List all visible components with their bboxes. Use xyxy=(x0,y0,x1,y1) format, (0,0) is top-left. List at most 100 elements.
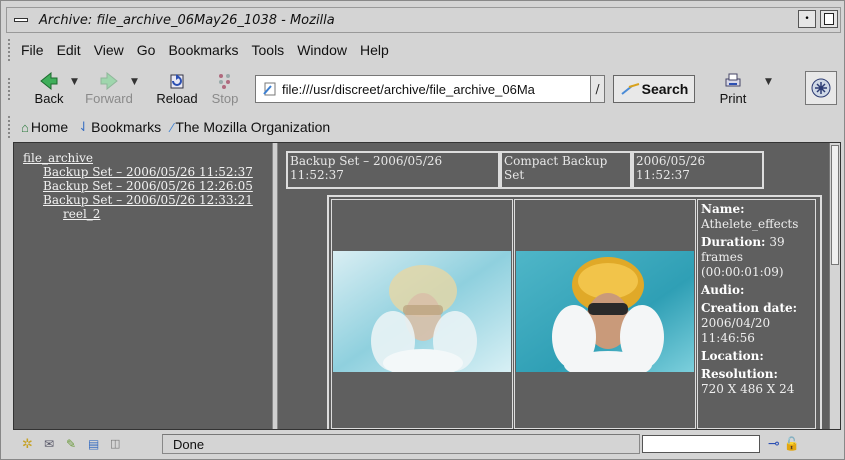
stop-label: Stop xyxy=(211,91,239,106)
duration-value: 39 xyxy=(769,235,785,249)
tree-backup-set-link[interactable]: Backup Set – 2006/05/26 11:52:37 xyxy=(43,165,253,179)
home-label: Home xyxy=(30,119,69,135)
tree-backup-set-link[interactable]: Backup Set – 2006/05/26 12:26:05 xyxy=(43,179,253,193)
audio-label: Audio: xyxy=(701,283,745,297)
header-set-text: Backup Set – 2006/05/26 11:52:37 xyxy=(290,154,443,182)
tree-reel-link[interactable]: reel_2 xyxy=(63,207,253,221)
navigation-toolbar: Back ▼ Forward ▼ Reload Stop file:///usr… xyxy=(6,65,841,113)
link-icon: ⁄ xyxy=(171,119,174,135)
browser-window: Archive: file_archive_06May26_1038 - Moz… xyxy=(0,0,845,460)
menu-window[interactable]: Window xyxy=(297,42,347,58)
creation-date-label: Creation date: xyxy=(701,301,798,315)
minimize-button[interactable]: • xyxy=(798,10,816,28)
creation-date-value: 2006/04/20 xyxy=(701,316,771,330)
duration-unit: frames xyxy=(701,250,743,264)
mozilla-org-label: The Mozilla Organization xyxy=(175,119,331,135)
clip-frame-image xyxy=(333,251,511,372)
reload-button[interactable]: Reload xyxy=(149,67,205,111)
status-text-panel: Done xyxy=(162,434,640,454)
reload-label: Reload xyxy=(156,91,198,106)
clip-frame-image xyxy=(516,251,694,372)
clip-frame: Name: Athelete_effects Duration: 39 fram… xyxy=(327,195,822,429)
vertical-scrollbar[interactable] xyxy=(829,143,840,429)
window-title: Archive: file_archive_06May26_1038 - Moz… xyxy=(39,12,335,28)
search-button[interactable]: Search xyxy=(613,75,695,103)
home-link[interactable]: ⌂ Home xyxy=(21,119,68,135)
stop-button[interactable]: Stop xyxy=(205,67,245,111)
bookmarks-label: Bookmarks xyxy=(91,119,162,135)
thumbnail-cell-left xyxy=(331,199,513,429)
status-text: Done xyxy=(173,436,205,452)
content-area: file_archive Backup Set – 2006/05/26 11:… xyxy=(13,142,841,430)
clip-thumbnail-start[interactable] xyxy=(333,251,511,372)
back-label: Back xyxy=(34,91,64,106)
location-label: Location: xyxy=(701,349,764,363)
irc-chat-icon[interactable]: ◫ xyxy=(110,437,124,451)
maximize-button[interactable] xyxy=(820,10,838,28)
url-text: file:///usr/discreet/archive/file_archiv… xyxy=(282,81,535,97)
header-set-cell: Backup Set – 2006/05/26 11:52:37 xyxy=(286,151,500,189)
clip-info-cell: Name: Athelete_effects Duration: 39 fram… xyxy=(697,199,816,429)
menu-file[interactable]: File xyxy=(21,42,44,58)
composer-icon[interactable]: ✎ xyxy=(66,437,80,451)
print-button[interactable]: Print xyxy=(705,67,761,111)
tree-root-link[interactable]: file_archive xyxy=(23,151,253,165)
forward-button[interactable]: Forward xyxy=(81,67,137,111)
toolbar-grip[interactable] xyxy=(8,78,15,100)
archive-tree-pane: file_archive Backup Set – 2006/05/26 11:… xyxy=(14,143,272,429)
print-label: Print xyxy=(719,91,747,106)
navigator-icon[interactable]: ✲ xyxy=(22,437,36,452)
forward-arrow-icon xyxy=(100,72,118,90)
reload-icon xyxy=(170,74,184,89)
header-type-cell: Compact Backup Set xyxy=(500,151,632,189)
menu-go[interactable]: Go xyxy=(137,42,156,58)
scrollbar-thumb[interactable] xyxy=(831,145,839,265)
status-bar: ✲ ✉ ✎ ▤ ◫ Done ⊸ 🔓 xyxy=(6,432,841,456)
address-book-icon[interactable]: ▤ xyxy=(88,437,102,451)
stop-icon xyxy=(219,74,230,89)
window-menu-button[interactable] xyxy=(7,9,35,31)
mail-icon[interactable]: ✉ xyxy=(44,437,58,451)
printer-icon xyxy=(725,73,741,87)
personalbar-grip[interactable] xyxy=(8,116,15,138)
menubar-grip[interactable] xyxy=(8,39,15,61)
back-arrow-icon xyxy=(40,72,58,90)
menu-tools[interactable]: Tools xyxy=(252,42,285,58)
personal-toolbar: ⌂ Home ⇃ Bookmarks ⁄ The Mozilla Organiz… xyxy=(6,115,841,139)
online-status-icon[interactable]: ⊸ xyxy=(768,436,780,452)
url-history-dropdown[interactable]: / xyxy=(591,75,605,103)
back-button[interactable]: Back xyxy=(21,67,77,111)
duration-timecode: (00:00:01:09) xyxy=(701,265,784,279)
search-label: Search xyxy=(641,81,689,97)
menu-edit[interactable]: Edit xyxy=(57,42,81,58)
menu-bookmarks[interactable]: Bookmarks xyxy=(168,42,238,58)
forward-dropdown[interactable]: ▼ xyxy=(131,77,141,87)
creation-time-value: 11:46:56 xyxy=(701,331,755,345)
bookmarks-link[interactable]: ⇃ Bookmarks xyxy=(78,119,161,135)
mozilla-throbber[interactable] xyxy=(805,71,837,105)
url-field[interactable]: file:///usr/discreet/archive/file_archiv… xyxy=(255,75,591,103)
bookmark-icon: ⇃ xyxy=(78,119,90,134)
tree-backup-set-link[interactable]: Backup Set – 2006/05/26 12:33:21 xyxy=(43,193,253,207)
menu-help[interactable]: Help xyxy=(360,42,389,58)
detail-pane: Backup Set – 2006/05/26 11:52:37 Compact… xyxy=(278,143,831,429)
name-label: Name: xyxy=(701,202,745,216)
mozilla-org-link[interactable]: ⁄ The Mozilla Organization xyxy=(171,119,330,135)
duration-label: Duration: xyxy=(701,235,766,249)
header-date-cell: 2006/05/26 11:52:37 xyxy=(632,151,764,189)
name-value: Athelete_effects xyxy=(701,217,799,231)
page-icon xyxy=(263,82,276,96)
title-bar: Archive: file_archive_06May26_1038 - Moz… xyxy=(6,7,841,33)
resolution-value: 720 X 486 X 24 xyxy=(701,382,795,396)
print-dropdown[interactable]: ▼ xyxy=(765,77,775,87)
header-type-text: Compact Backup Set xyxy=(504,154,608,182)
menu-view[interactable]: View xyxy=(94,42,124,58)
search-icon xyxy=(621,83,639,95)
security-lock-icon[interactable]: 🔓 xyxy=(784,437,800,452)
home-icon: ⌂ xyxy=(21,119,29,135)
thumbnail-cell-right xyxy=(514,199,696,429)
forward-label: Forward xyxy=(85,91,133,106)
clip-thumbnail-end[interactable] xyxy=(516,251,694,372)
back-dropdown[interactable]: ▼ xyxy=(71,77,81,87)
progress-meter xyxy=(642,435,760,453)
